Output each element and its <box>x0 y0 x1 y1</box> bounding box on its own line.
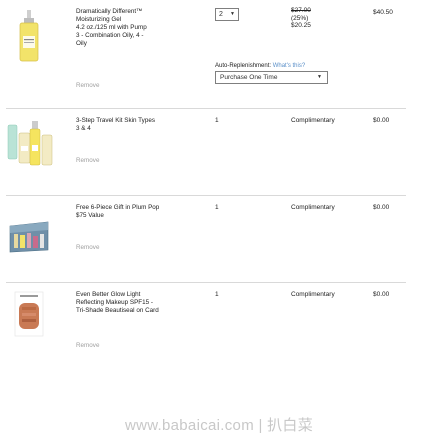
product-name[interactable]: 3-Step Travel Kit Skin Types 3 & 4 <box>76 117 186 133</box>
cart-item-row: Even Better Glow Light Reflecting Makeup… <box>0 283 410 373</box>
line-total: $0.00 <box>373 291 390 298</box>
line-total: $0.00 <box>373 117 390 124</box>
replenishment-select[interactable]: Purchase One Time ▼ <box>215 71 328 84</box>
product-image-makeup-card[interactable] <box>14 291 44 337</box>
product-image-moisturizing-gel[interactable] <box>18 10 40 62</box>
cart-item-row: Dramatically Different™ Moisturizing Gel… <box>0 0 410 108</box>
whats-this-link[interactable]: What's this? <box>273 63 306 69</box>
auto-replenishment-label: Auto-Replenishment: What's this? <box>215 63 306 69</box>
quantity-value: 1 <box>215 117 219 124</box>
line-total: $40.50 <box>373 9 393 16</box>
product-image-gift-set[interactable] <box>8 220 50 254</box>
quantity-select[interactable]: 2 ▼ <box>215 8 239 21</box>
product-name[interactable]: Even Better Glow Light Reflecting Makeup… <box>76 291 186 315</box>
original-price: $27.00 <box>291 7 311 14</box>
complimentary-label: Complimentary <box>291 291 335 298</box>
product-name[interactable]: Dramatically Different™ Moisturizing Gel… <box>76 8 186 48</box>
remove-link[interactable]: Remove <box>76 342 99 349</box>
sale-price: $20.25 <box>291 22 311 29</box>
quantity-value: 1 <box>215 204 219 211</box>
unit-price-block: $27.00 (25%) $20.25 <box>291 7 311 30</box>
product-name[interactable]: Free 6-Piece Gift in Plum Pop $75 Value <box>76 204 186 220</box>
product-image-travel-kit[interactable] <box>6 121 54 167</box>
cart-item-row: Free 6-Piece Gift in Plum Pop $75 Value … <box>0 196 410 282</box>
watermark: www.babaicai.com | 扒白菜 <box>124 417 314 434</box>
complimentary-label: Complimentary <box>291 204 335 211</box>
chevron-down-icon: ▼ <box>230 11 235 17</box>
discount-percent: (25%) <box>291 14 309 22</box>
quantity-value: 1 <box>215 291 219 298</box>
chevron-down-icon: ▼ <box>317 74 322 80</box>
cart-item-row: 3-Step Travel Kit Skin Types 3 & 4 Remov… <box>0 109 410 195</box>
line-total: $0.00 <box>373 204 390 211</box>
complimentary-label: Complimentary <box>291 117 335 124</box>
remove-link[interactable]: Remove <box>76 82 99 89</box>
remove-link[interactable]: Remove <box>76 244 99 251</box>
remove-link[interactable]: Remove <box>76 157 99 164</box>
